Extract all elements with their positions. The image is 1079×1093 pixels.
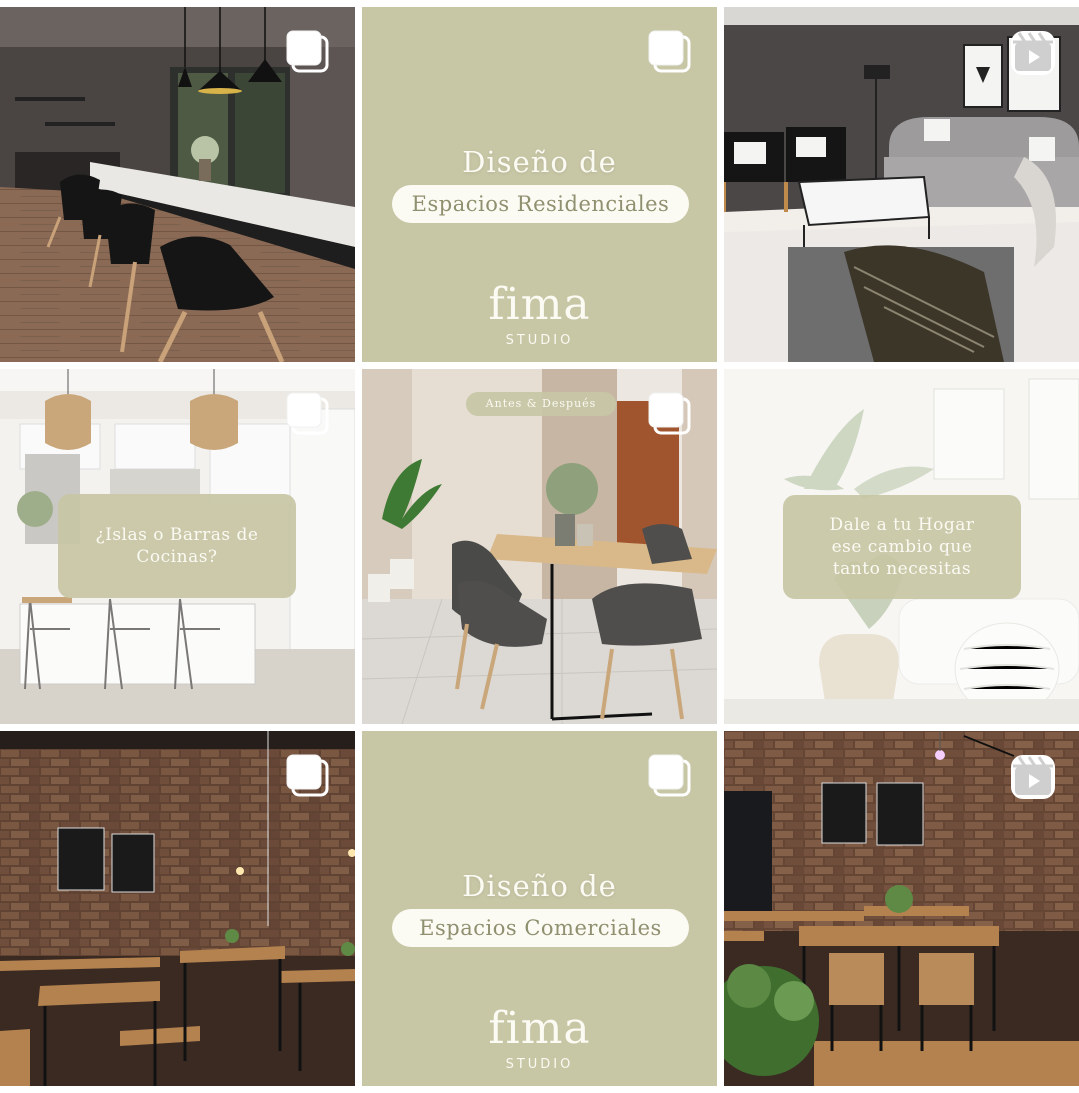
multiple-images-icon: [647, 753, 693, 799]
caption-line-2: ese cambio que: [831, 537, 973, 557]
kitchen-caption-card: ¿Islas o Barras de Cocinas?: [58, 494, 296, 598]
hogar-caption-card: Dale a tu Hogar ese cambio que tanto nec…: [783, 495, 1021, 599]
multiple-images-icon: [647, 391, 693, 437]
post-dining-room[interactable]: [0, 7, 355, 362]
post-subtitle-pill: Espacios Comerciales: [392, 909, 689, 947]
post-grid: Diseño de Espacios Residenciales fima ST…: [0, 0, 1079, 1093]
multiple-images-icon: [285, 29, 331, 75]
caption-line-2: Cocinas?: [136, 547, 218, 567]
studio-label: STUDIO: [505, 333, 574, 348]
post-title: Diseño de: [462, 869, 617, 903]
post-residenciales[interactable]: Diseño de Espacios Residenciales fima ST…: [362, 7, 717, 362]
caption-line-1: ¿Islas o Barras de: [95, 525, 259, 545]
reel-icon: [1009, 29, 1057, 77]
post-cafe-reel[interactable]: [724, 731, 1079, 1086]
caption-line-3: tanto necesitas: [832, 559, 972, 579]
antes-despues-tag: Antes & Después: [466, 392, 616, 416]
multiple-images-icon: [285, 753, 331, 799]
fima-logo: fima: [488, 1003, 591, 1054]
post-antes-despues[interactable]: Antes & Después: [362, 369, 717, 724]
fima-logo: fima: [488, 279, 591, 330]
reel-icon: [1009, 753, 1057, 801]
post-kitchen-islands[interactable]: ¿Islas o Barras de Cocinas?: [0, 369, 355, 724]
post-living-room-reel[interactable]: [724, 7, 1079, 362]
multiple-images-icon: [285, 391, 331, 437]
studio-label: STUDIO: [505, 1057, 574, 1072]
caption-line-1: Dale a tu Hogar: [829, 515, 975, 535]
post-brick-cafe[interactable]: [0, 731, 355, 1086]
post-hogar[interactable]: Dale a tu Hogar ese cambio que tanto nec…: [724, 369, 1079, 724]
post-comerciales[interactable]: Diseño de Espacios Comerciales fima STUD…: [362, 731, 717, 1086]
multiple-images-icon: [647, 29, 693, 75]
post-subtitle-pill: Espacios Residenciales: [392, 185, 689, 223]
post-title: Diseño de: [462, 145, 617, 179]
